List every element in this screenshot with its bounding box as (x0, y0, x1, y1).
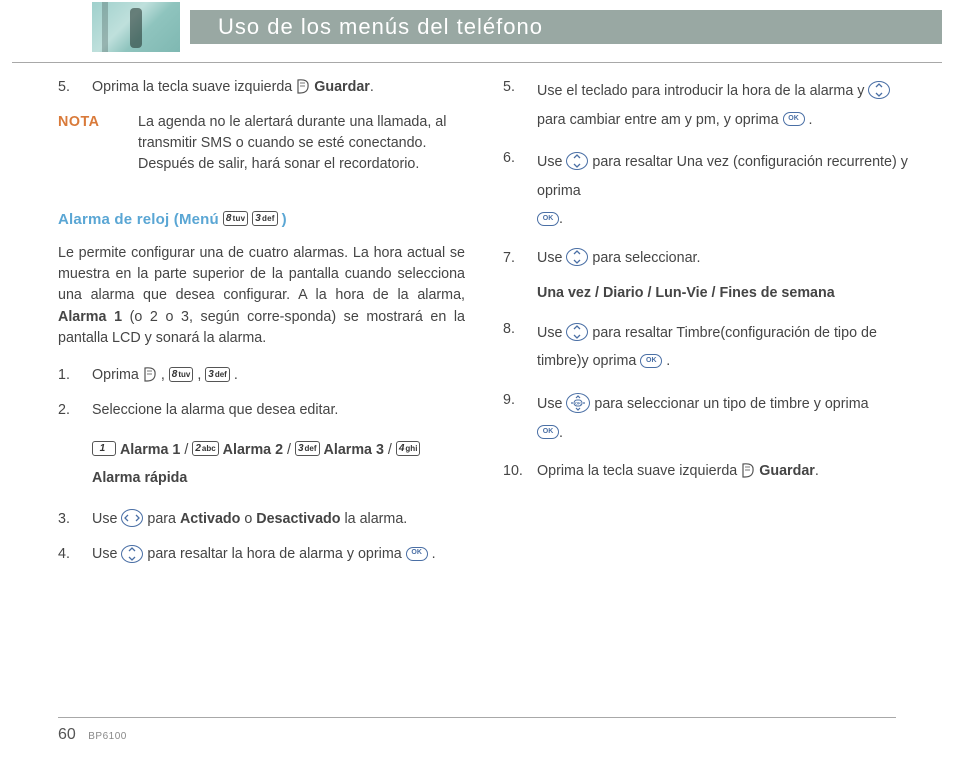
note-text: La agenda no le alertará durante una lla… (138, 112, 465, 174)
footer-line: 60 BP6100 (58, 717, 896, 744)
key-3-icon: 3def (205, 367, 230, 382)
step-text: Use el teclado para introducir la hora d… (537, 77, 910, 134)
page-footer: 60 BP6100 (0, 717, 954, 744)
content-columns: 5. Oprima la tecla suave izquierda Guard… (0, 77, 954, 580)
recurrence-options: Una vez / Diario / Lun-Vie / Fines de se… (537, 283, 910, 304)
step-number: 1. (58, 365, 92, 386)
list-item: 3. Use para Activado o Desactivado la al… (58, 509, 465, 530)
key-4-icon: 4ghi (396, 441, 421, 456)
list-item: 5. Use el teclado para introducir la hor… (503, 77, 910, 134)
step-text: Use para seleccionar. (537, 248, 910, 269)
step-text: Oprima la tecla suave izquierda Guardar. (537, 461, 910, 482)
step-text: Oprima , 8tuv , 3def . (92, 365, 465, 386)
header-band: Uso de los menús del teléfono (0, 0, 954, 54)
ok-button-icon: OK (783, 112, 805, 126)
section-heading: Alarma de reloj (Menú 8tuv 3def ) (58, 209, 465, 232)
list-item: 9. Use OK para seleccionar un tipo de ti… (503, 390, 910, 447)
list-item: 8. Use para resaltar Timbre(configuració… (503, 319, 910, 376)
note-block: NOTA La agenda no le alertará durante un… (58, 112, 465, 174)
ok-button-icon: OK (406, 547, 428, 561)
key-8-icon: 8tuv (223, 211, 248, 226)
step-text: Use para resaltar Timbre(configuración d… (537, 319, 910, 376)
step-text: Oprima la tecla suave izquierda Guardar. (92, 77, 465, 98)
header-rule (12, 62, 942, 63)
step-number: 6. (503, 148, 537, 169)
list-item: 6. Use para resaltar Una vez (configurac… (503, 148, 910, 234)
list-item: 4. Use para resaltar la hora de alarma y… (58, 544, 465, 565)
nav-leftright-icon (121, 509, 143, 527)
softkey-left-icon (296, 78, 310, 94)
nav-updown-icon (566, 152, 588, 170)
softkey-left-icon (741, 462, 755, 478)
step-number: 5. (58, 77, 92, 98)
nav-all-ok-icon: OK (566, 393, 590, 413)
nav-updown-icon (566, 323, 588, 341)
step-number: 4. (58, 544, 92, 565)
step-number: 3. (58, 509, 92, 530)
section-intro: Le permite configurar una de cuatro alar… (58, 243, 465, 349)
ok-button-icon: OK (640, 354, 662, 368)
list-item: 10. Oprima la tecla suave izquierda Guar… (503, 461, 910, 482)
key-3-icon: 3def (295, 441, 320, 456)
step-number: 5. (503, 77, 537, 98)
softkey-left-icon (143, 366, 157, 382)
step-number: 7. (503, 248, 537, 269)
step-number: 2. (58, 400, 92, 421)
list-item: 5. Oprima la tecla suave izquierda Guard… (58, 77, 465, 98)
title-strip: Uso de los menús del teléfono (190, 10, 942, 44)
header-photo (92, 2, 180, 52)
svg-text:OK: OK (575, 401, 581, 406)
key-1-icon: 1 (92, 441, 116, 456)
list-item: 1. Oprima , 8tuv , 3def . (58, 365, 465, 386)
step-text: Use OK para seleccionar un tipo de timbr… (537, 390, 910, 447)
nav-updown-icon (121, 545, 143, 563)
list-item: 2. Seleccione la alarma que desea editar… (58, 400, 465, 421)
key-3-icon: 3def (252, 211, 277, 226)
step-number: 8. (503, 319, 537, 340)
left-column: 5. Oprima la tecla suave izquierda Guard… (58, 77, 465, 580)
model-label: BP6100 (88, 731, 127, 742)
step-text: Use para resaltar Una vez (configuración… (537, 148, 910, 234)
page-title: Uso de los menús del teléfono (218, 14, 543, 40)
alarm-options: 1 Alarma 1 / 2abc Alarma 2 / 3def Alarma… (92, 436, 465, 493)
note-label: NOTA (58, 112, 138, 133)
key-2-icon: 2abc (192, 441, 218, 456)
step-text: Use para Activado o Desactivado la alarm… (92, 509, 465, 530)
step-text: Use para resaltar la hora de alarma y op… (92, 544, 465, 565)
nav-updown-icon (868, 81, 890, 99)
key-8-icon: 8tuv (169, 367, 194, 382)
step-number: 9. (503, 390, 537, 411)
ok-button-icon: OK (537, 212, 559, 226)
nav-updown-icon (566, 248, 588, 266)
list-item: 7. Use para seleccionar. (503, 248, 910, 269)
page-number: 60 (58, 726, 76, 743)
right-column: 5. Use el teclado para introducir la hor… (503, 77, 924, 580)
ok-button-icon: OK (537, 425, 559, 439)
step-number: 10. (503, 461, 537, 482)
step-text: Seleccione la alarma que desea editar. (92, 400, 465, 421)
